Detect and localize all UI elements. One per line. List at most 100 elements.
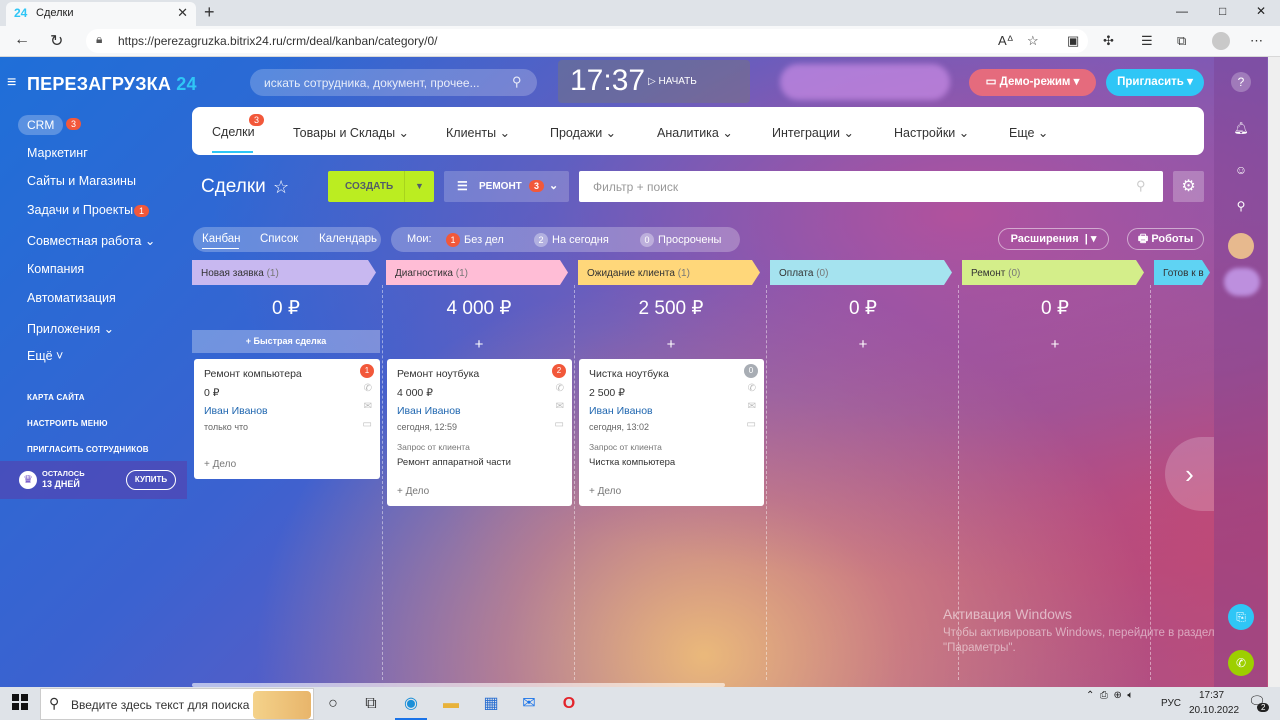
- store-icon[interactable]: ▦: [480, 693, 502, 715]
- sidebar-item-marketing[interactable]: Маркетинг: [27, 146, 88, 160]
- avatar[interactable]: [1228, 233, 1254, 259]
- column-header[interactable]: Ожидание клиента (1): [578, 260, 760, 285]
- favorites-icon[interactable]: ☰: [1141, 33, 1153, 49]
- sidebar-item-automation[interactable]: Автоматизация: [27, 291, 116, 305]
- sidebar-item-crm[interactable]: CRM: [18, 115, 64, 135]
- collections2-icon[interactable]: ⧉: [1177, 33, 1186, 49]
- back-icon[interactable]: ←: [14, 31, 30, 49]
- create-button[interactable]: СОЗДАТЬ ▼: [328, 171, 434, 202]
- taskbar-time[interactable]: 17:37: [1199, 690, 1224, 701]
- counter-overdue[interactable]: 0 Просрочены: [640, 233, 721, 247]
- deal-title[interactable]: Ремонт ноутбука: [397, 368, 479, 380]
- chat-icon[interactable]: ▭: [747, 419, 756, 430]
- email-icon[interactable]: ✉: [364, 401, 372, 412]
- chat-icon[interactable]: ☺: [1231, 160, 1251, 180]
- help-icon[interactable]: ?: [1231, 72, 1251, 92]
- new-tab-icon[interactable]: +: [204, 2, 215, 23]
- chat-icon[interactable]: ▭: [363, 419, 372, 430]
- deal-title[interactable]: Ремонт компьютера: [204, 368, 302, 380]
- browser-tab[interactable]: 24 Сделки ✕: [6, 2, 196, 26]
- language-indicator[interactable]: РУС: [1161, 698, 1181, 709]
- explorer-icon[interactable]: ▬: [440, 693, 462, 715]
- sidebar-item-collab[interactable]: Совместная работа ⌄: [27, 233, 155, 248]
- tab-analytics[interactable]: Аналитика ⌄: [657, 125, 733, 140]
- tab-integrations[interactable]: Интеграции ⌄: [772, 125, 854, 140]
- minimize-icon[interactable]: —: [1176, 4, 1188, 18]
- mail-icon[interactable]: ✉: [518, 693, 540, 715]
- email-icon[interactable]: ✉: [748, 401, 756, 412]
- add-activity-link[interactable]: + Дело: [397, 486, 429, 497]
- taskbar-date[interactable]: 20.10.2022: [1189, 705, 1239, 716]
- collections-icon[interactable]: ▣: [1067, 33, 1079, 49]
- invite-staff-link[interactable]: ПРИГЛАСИТЬ СОТРУДНИКОВ: [27, 445, 149, 454]
- cortana-icon[interactable]: ○: [322, 693, 344, 715]
- phone-icon[interactable]: ✆: [748, 383, 756, 394]
- more-icon[interactable]: ⋯: [1250, 33, 1263, 49]
- star-icon[interactable]: ☆: [273, 177, 289, 198]
- extensions-icon[interactable]: ✣: [1103, 33, 1114, 49]
- phone-icon[interactable]: ✆: [364, 383, 372, 394]
- extensions-button[interactable]: Расширения | ▾: [998, 228, 1109, 250]
- tab-sales[interactable]: Продажи ⌄: [550, 125, 616, 140]
- deal-contact[interactable]: Иван Иванов: [397, 405, 461, 417]
- add-activity-link[interactable]: + Дело: [204, 459, 236, 470]
- menu-burger-icon[interactable]: ≡: [7, 74, 16, 92]
- configure-menu-link[interactable]: НАСТРОИТЬ МЕНЮ: [27, 419, 108, 428]
- read-aloud-icon[interactable]: Aᐞ: [998, 33, 1014, 49]
- reload-icon[interactable]: ↻: [50, 31, 63, 51]
- portal-logo[interactable]: ПЕРЕЗАГРУЗКА 24: [27, 74, 197, 95]
- deal-card[interactable]: Чистка ноутбука 2 500 ₽ Иван Иванов сегодня…: [579, 359, 764, 506]
- counter-today[interactable]: 2 На сегодня: [534, 233, 609, 247]
- column-header[interactable]: Готов к в: [1154, 260, 1210, 285]
- counter-no-tasks[interactable]: 1 Без дел: [446, 233, 504, 247]
- portal-search-input[interactable]: искать сотрудника, документ, прочее... ⚲: [250, 69, 537, 96]
- email-icon[interactable]: ✉: [556, 401, 564, 412]
- tab-settings[interactable]: Настройки ⌄: [894, 125, 969, 140]
- deal-title[interactable]: Чистка ноутбука: [589, 368, 669, 380]
- view-list[interactable]: Список: [260, 233, 298, 245]
- add-deal-button[interactable]: +: [770, 336, 956, 353]
- add-deal-button[interactable]: +: [386, 336, 572, 353]
- window-close-icon[interactable]: ✕: [1256, 4, 1266, 18]
- buy-button[interactable]: КУПИТЬ: [126, 470, 176, 490]
- quick-deal-button[interactable]: + Быстрая сделка: [192, 330, 380, 353]
- notifications-icon[interactable]: 🔔︎: [1231, 118, 1251, 138]
- add-deal-button[interactable]: +: [962, 336, 1148, 353]
- filter-search-input[interactable]: Фильтр + поиск ⚲: [579, 171, 1163, 202]
- url-field[interactable]: 🔒︎ https://perezagruzka.bitrix24.ru/crm/…: [86, 29, 1088, 53]
- add-activity-link[interactable]: + Дело: [589, 486, 621, 497]
- user-profile-blurred[interactable]: [780, 64, 950, 100]
- invite-button[interactable]: Пригласить ▾: [1106, 69, 1204, 96]
- column-header[interactable]: Оплата (0): [770, 260, 952, 285]
- blurred-contact[interactable]: [1224, 268, 1260, 296]
- task-view-icon[interactable]: ⧉: [360, 693, 382, 715]
- sidebar-item-tasks[interactable]: Задачи и Проекты: [27, 203, 133, 217]
- tab-deals[interactable]: Сделки: [212, 125, 255, 139]
- column-header[interactable]: Новая заявка (1): [192, 260, 376, 285]
- deal-card[interactable]: Ремонт компьютера 0 ₽ Иван Иванов только чт…: [194, 359, 380, 479]
- view-calendar[interactable]: Календарь: [319, 233, 377, 245]
- taskbar-search-input[interactable]: ⚲ Введите здесь текст для поиска: [40, 688, 314, 720]
- settings-gear-icon[interactable]: ⚙: [1173, 171, 1204, 202]
- deal-contact[interactable]: Иван Иванов: [589, 405, 653, 417]
- vertical-scrollbar[interactable]: [1268, 57, 1280, 687]
- sidebar-item-company[interactable]: Компания: [27, 262, 84, 276]
- add-deal-button[interactable]: +: [578, 336, 764, 353]
- chat-icon[interactable]: ▭: [555, 419, 564, 430]
- opera-icon[interactable]: O: [558, 693, 580, 715]
- tab-more[interactable]: Еще ⌄: [1009, 125, 1048, 140]
- tab-close-icon[interactable]: ✕: [177, 5, 188, 21]
- demo-mode-button[interactable]: ▭ Демо-режим ▾: [969, 69, 1096, 96]
- deal-card[interactable]: Ремонт ноутбука 4 000 ₽ Иван Иванов сегодня…: [387, 359, 572, 506]
- start-workday[interactable]: ▷ НАЧАТЬ: [648, 76, 697, 87]
- workday-clock[interactable]: 17:37 ▷ НАЧАТЬ: [558, 60, 750, 103]
- tab-clients[interactable]: Клиенты ⌄: [446, 125, 510, 140]
- create-dropdown-icon[interactable]: ▼: [404, 171, 434, 202]
- column-header[interactable]: Ремонт (0): [962, 260, 1144, 285]
- maximize-icon[interactable]: □: [1219, 4, 1226, 18]
- profile-icon[interactable]: [1212, 32, 1230, 50]
- view-kanban[interactable]: Канбан: [202, 233, 241, 245]
- sidebar-item-sites[interactable]: Сайты и Магазины: [27, 174, 136, 188]
- tab-products[interactable]: Товары и Склады ⌄: [293, 125, 409, 140]
- robots-button[interactable]: 🖶︎ Роботы: [1127, 228, 1204, 250]
